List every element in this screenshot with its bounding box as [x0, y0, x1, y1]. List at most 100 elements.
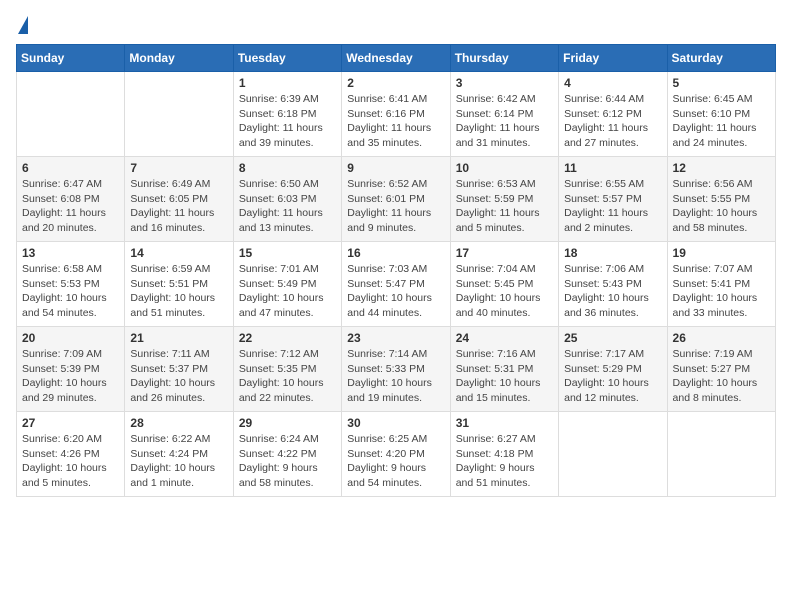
day-number: 13	[22, 246, 119, 260]
day-number: 14	[130, 246, 227, 260]
day-number: 25	[564, 331, 661, 345]
day-number: 24	[456, 331, 553, 345]
calendar-cell: 17Sunrise: 7:04 AM Sunset: 5:45 PM Dayli…	[450, 242, 558, 327]
day-number: 5	[673, 76, 770, 90]
day-of-week-header: Friday	[559, 45, 667, 72]
day-number: 19	[673, 246, 770, 260]
day-info: Sunrise: 7:07 AM Sunset: 5:41 PM Dayligh…	[673, 262, 770, 321]
day-of-week-header: Saturday	[667, 45, 775, 72]
day-of-week-header: Tuesday	[233, 45, 341, 72]
calendar-cell: 25 Sunrise: 7:17 AM Sunset: 5:29 PM Dayli…	[559, 327, 667, 412]
calendar-cell: 23Sunrise: 7:14 AM Sunset: 5:33 PM Dayli…	[342, 327, 450, 412]
calendar-cell: 14 Sunrise: 6:59 AM Sunset: 5:51 PM Dayli…	[125, 242, 233, 327]
day-number: 31	[456, 416, 553, 430]
calendar-week-row: 6Sunrise: 6:47 AM Sunset: 6:08 PM Daylig…	[17, 157, 776, 242]
calendar-cell	[559, 412, 667, 497]
calendar-cell: 13 Sunrise: 6:58 AM Sunset: 5:53 PM Dayli…	[17, 242, 125, 327]
day-number: 22	[239, 331, 336, 345]
day-info: Sunrise: 6:27 AM Sunset: 4:18 PM Dayligh…	[456, 432, 553, 491]
calendar-header-row: SundayMondayTuesdayWednesdayThursdayFrid…	[17, 45, 776, 72]
calendar-cell: 11Sunrise: 6:55 AM Sunset: 5:57 PM Dayli…	[559, 157, 667, 242]
calendar-cell: 19 Sunrise: 7:07 AM Sunset: 5:41 PM Dayli…	[667, 242, 775, 327]
calendar-cell	[667, 412, 775, 497]
calendar-cell: 26 Sunrise: 7:19 AM Sunset: 5:27 PM Dayli…	[667, 327, 775, 412]
day-number: 10	[456, 161, 553, 175]
day-info: Sunrise: 6:49 AM Sunset: 6:05 PM Dayligh…	[130, 177, 227, 236]
day-info: Sunrise: 7:01 AM Sunset: 5:49 PM Dayligh…	[239, 262, 336, 321]
day-number: 9	[347, 161, 444, 175]
day-info: Sunrise: 6:20 AM Sunset: 4:26 PM Dayligh…	[22, 432, 119, 491]
calendar-week-row: 13 Sunrise: 6:58 AM Sunset: 5:53 PM Dayli…	[17, 242, 776, 327]
day-of-week-header: Thursday	[450, 45, 558, 72]
day-info: Sunrise: 7:11 AM Sunset: 5:37 PM Dayligh…	[130, 347, 227, 406]
calendar-cell: 1 Sunrise: 6:39 AM Sunset: 6:18 PM Daylig…	[233, 72, 341, 157]
day-number: 29	[239, 416, 336, 430]
day-info: Sunrise: 6:56 AM Sunset: 5:55 PM Dayligh…	[673, 177, 770, 236]
day-number: 27	[22, 416, 119, 430]
day-info: Sunrise: 6:53 AM Sunset: 5:59 PM Dayligh…	[456, 177, 553, 236]
day-info: Sunrise: 6:24 AM Sunset: 4:22 PM Dayligh…	[239, 432, 336, 491]
day-number: 21	[130, 331, 227, 345]
page-header	[16, 16, 776, 34]
day-info: Sunrise: 6:22 AM Sunset: 4:24 PM Dayligh…	[130, 432, 227, 491]
calendar-cell: 15 Sunrise: 7:01 AM Sunset: 5:49 PM Dayli…	[233, 242, 341, 327]
logo	[16, 16, 30, 34]
day-number: 18	[564, 246, 661, 260]
calendar-week-row: 20 Sunrise: 7:09 AM Sunset: 5:39 PM Dayli…	[17, 327, 776, 412]
day-info: Sunrise: 6:41 AM Sunset: 6:16 PM Dayligh…	[347, 92, 444, 151]
day-info: Sunrise: 7:06 AM Sunset: 5:43 PM Dayligh…	[564, 262, 661, 321]
day-info: Sunrise: 7:17 AM Sunset: 5:29 PM Dayligh…	[564, 347, 661, 406]
day-number: 30	[347, 416, 444, 430]
day-info: Sunrise: 6:45 AM Sunset: 6:10 PM Dayligh…	[673, 92, 770, 151]
calendar-cell: 8 Sunrise: 6:50 AM Sunset: 6:03 PM Daylig…	[233, 157, 341, 242]
day-info: Sunrise: 6:58 AM Sunset: 5:53 PM Dayligh…	[22, 262, 119, 321]
day-number: 15	[239, 246, 336, 260]
calendar-cell: 30Sunrise: 6:25 AM Sunset: 4:20 PM Dayli…	[342, 412, 450, 497]
calendar-cell: 28Sunrise: 6:22 AM Sunset: 4:24 PM Dayli…	[125, 412, 233, 497]
calendar-cell: 22 Sunrise: 7:12 AM Sunset: 5:35 PM Dayli…	[233, 327, 341, 412]
day-of-week-header: Monday	[125, 45, 233, 72]
calendar-cell: 6Sunrise: 6:47 AM Sunset: 6:08 PM Daylig…	[17, 157, 125, 242]
calendar-cell: 2Sunrise: 6:41 AM Sunset: 6:16 PM Daylig…	[342, 72, 450, 157]
calendar-cell: 3Sunrise: 6:42 AM Sunset: 6:14 PM Daylig…	[450, 72, 558, 157]
day-info: Sunrise: 6:50 AM Sunset: 6:03 PM Dayligh…	[239, 177, 336, 236]
calendar-week-row: 1 Sunrise: 6:39 AM Sunset: 6:18 PM Daylig…	[17, 72, 776, 157]
day-number: 1	[239, 76, 336, 90]
day-info: Sunrise: 6:39 AM Sunset: 6:18 PM Dayligh…	[239, 92, 336, 151]
calendar-cell: 9 Sunrise: 6:52 AM Sunset: 6:01 PM Daylig…	[342, 157, 450, 242]
day-info: Sunrise: 6:59 AM Sunset: 5:51 PM Dayligh…	[130, 262, 227, 321]
day-number: 11	[564, 161, 661, 175]
calendar-cell: 18 Sunrise: 7:06 AM Sunset: 5:43 PM Dayli…	[559, 242, 667, 327]
calendar-cell	[125, 72, 233, 157]
day-info: Sunrise: 7:16 AM Sunset: 5:31 PM Dayligh…	[456, 347, 553, 406]
calendar-cell: 20 Sunrise: 7:09 AM Sunset: 5:39 PM Dayli…	[17, 327, 125, 412]
day-info: Sunrise: 6:44 AM Sunset: 6:12 PM Dayligh…	[564, 92, 661, 151]
calendar-cell: 31 Sunrise: 6:27 AM Sunset: 4:18 PM Dayli…	[450, 412, 558, 497]
calendar-cell: 21 Sunrise: 7:11 AM Sunset: 5:37 PM Dayli…	[125, 327, 233, 412]
calendar-week-row: 27 Sunrise: 6:20 AM Sunset: 4:26 PM Dayli…	[17, 412, 776, 497]
calendar-table: SundayMondayTuesdayWednesdayThursdayFrid…	[16, 44, 776, 497]
day-number: 8	[239, 161, 336, 175]
day-info: Sunrise: 7:19 AM Sunset: 5:27 PM Dayligh…	[673, 347, 770, 406]
logo-triangle-icon	[18, 16, 28, 34]
day-of-week-header: Sunday	[17, 45, 125, 72]
calendar-cell: 24 Sunrise: 7:16 AM Sunset: 5:31 PM Dayli…	[450, 327, 558, 412]
calendar-cell: 12 Sunrise: 6:56 AM Sunset: 5:55 PM Dayli…	[667, 157, 775, 242]
day-info: Sunrise: 6:52 AM Sunset: 6:01 PM Dayligh…	[347, 177, 444, 236]
calendar-cell: 4 Sunrise: 6:44 AM Sunset: 6:12 PM Daylig…	[559, 72, 667, 157]
day-info: Sunrise: 7:03 AM Sunset: 5:47 PM Dayligh…	[347, 262, 444, 321]
calendar-cell: 10 Sunrise: 6:53 AM Sunset: 5:59 PM Dayli…	[450, 157, 558, 242]
day-number: 26	[673, 331, 770, 345]
calendar-cell: 29 Sunrise: 6:24 AM Sunset: 4:22 PM Dayli…	[233, 412, 341, 497]
day-info: Sunrise: 7:12 AM Sunset: 5:35 PM Dayligh…	[239, 347, 336, 406]
calendar-cell: 7 Sunrise: 6:49 AM Sunset: 6:05 PM Daylig…	[125, 157, 233, 242]
day-number: 23	[347, 331, 444, 345]
day-number: 12	[673, 161, 770, 175]
day-number: 6	[22, 161, 119, 175]
day-info: Sunrise: 7:09 AM Sunset: 5:39 PM Dayligh…	[22, 347, 119, 406]
calendar-cell: 16Sunrise: 7:03 AM Sunset: 5:47 PM Dayli…	[342, 242, 450, 327]
day-of-week-header: Wednesday	[342, 45, 450, 72]
day-number: 4	[564, 76, 661, 90]
day-number: 20	[22, 331, 119, 345]
day-number: 7	[130, 161, 227, 175]
